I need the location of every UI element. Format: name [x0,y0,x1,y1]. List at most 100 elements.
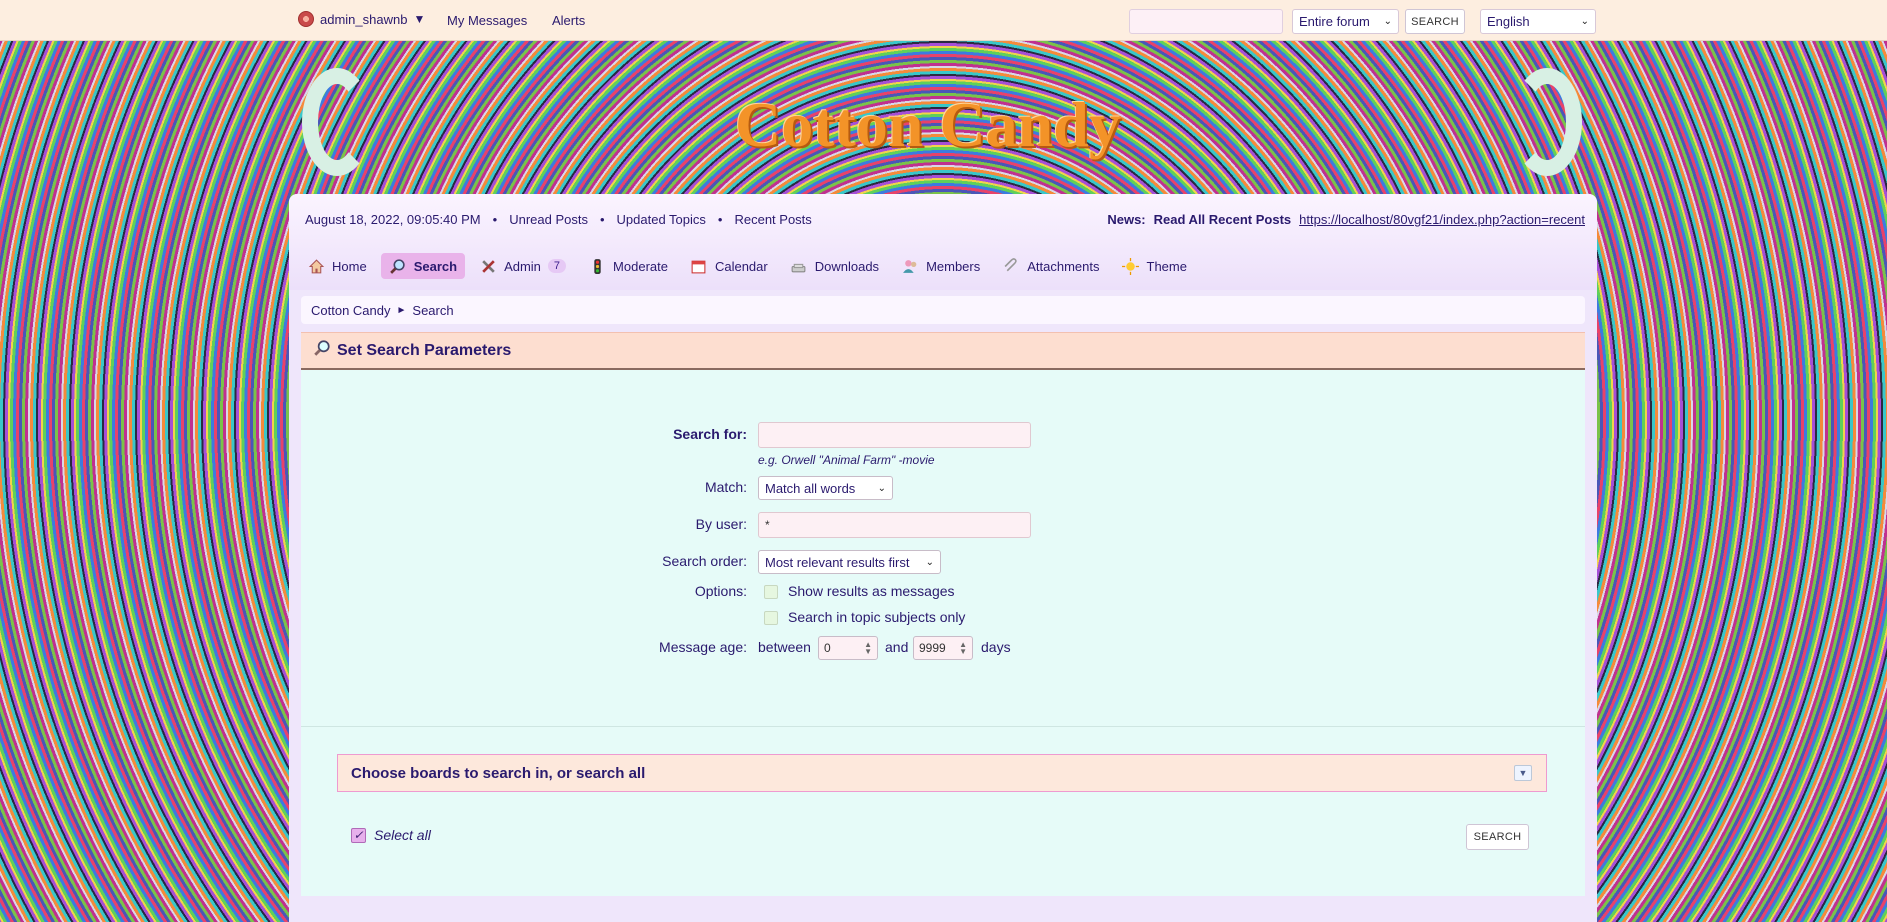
search-scope-value: Entire forum [1299,14,1370,29]
language-select[interactable]: English ⌄ [1480,9,1596,34]
min-age-value: 0 [824,641,831,655]
menu-label: Home [332,258,367,274]
menu-label: Downloads [814,258,880,274]
menu-label: Admin [504,258,541,274]
info-bar: August 18, 2022, 09:05:40 PM • Unread Po… [305,212,812,227]
right-ring-decoration [1512,68,1582,176]
page-title: Set Search Parameters [337,341,512,359]
menu-item-moderate[interactable]: Moderate [580,253,676,279]
menu-label: Moderate [613,258,668,274]
avatar [298,11,314,27]
select-all-checkbox[interactable]: ✓ [351,827,366,843]
news-ticker: News: Read All Recent Posts https://loca… [1107,212,1585,227]
menu-label: Attachments [1027,258,1100,274]
search-icon [389,257,407,275]
show-as-messages-checkbox[interactable] [764,585,778,599]
unread-posts-link[interactable]: Unread Posts [509,212,588,227]
by-user-label: By user: [695,516,747,532]
breadcrumb-arrow-icon: ► [396,304,407,316]
chevron-down-icon: ▼ [413,12,426,26]
search-order-select[interactable]: Most relevant results first ⌄ [758,550,941,574]
search-form-container: Set Search Parameters Search for: e.g. O… [301,332,1585,896]
breadcrumb-current-link[interactable]: Search [412,303,453,318]
match-select[interactable]: Match all words ⌄ [758,476,893,500]
search-hint: e.g. Orwell "Animal Farm" -movie [758,453,935,467]
recent-posts-link[interactable]: Recent Posts [734,212,811,227]
menu-item-theme[interactable]: Theme [1114,253,1195,279]
select-all-label[interactable]: Select all [374,827,431,843]
members-icon [901,257,919,275]
search-submit-button[interactable]: SEARCH [1466,824,1529,850]
menu-item-admin[interactable]: Admin 7 [471,253,574,279]
search-for-label: Search for: [673,426,747,442]
match-value: Match all words [765,480,856,496]
news-url-link[interactable]: https://localhost/80vgf21/index.php?acti… [1299,212,1585,227]
select-all-row: ✓ Select all [351,827,431,843]
show-as-messages-label[interactable]: Show results as messages [788,583,955,599]
moderate-icon [588,257,606,275]
match-label: Match: [704,479,747,495]
downloads-icon [790,257,808,275]
subjects-only-label[interactable]: Search in topic subjects only [788,609,965,625]
max-age-input[interactable]: 9999 ▲ ▼ [913,636,973,660]
header-area: August 18, 2022, 09:05:40 PM • Unread Po… [289,194,1597,290]
breadcrumb: Cotton Candy ► Search [301,296,1585,324]
news-label: News: [1107,212,1146,227]
spinner-icon[interactable]: ▲ ▼ [864,641,872,656]
admin-count-badge: 7 [547,259,567,273]
user-menu[interactable]: admin_shawnb ▼ [298,11,425,27]
divider [301,726,1585,727]
menu-label: Calendar [714,258,768,274]
main-panel: August 18, 2022, 09:05:40 PM • Unread Po… [289,194,1597,922]
choose-boards-title: Choose boards to search in, or search al… [351,764,646,782]
main-menu: Home Search Admin 7 Moderate Calendar Do… [299,253,1201,279]
menu-label: Theme [1146,258,1187,274]
language-value: English [1487,14,1530,29]
expand-toggle-icon[interactable]: ▼ [1514,765,1532,781]
and-text: and [885,639,909,655]
menu-item-attachments[interactable]: Attachments [994,253,1107,279]
username: admin_shawnb [320,11,408,27]
search-for-input[interactable] [758,422,1031,448]
spinner-icon[interactable]: ▲ ▼ [959,641,967,656]
chevron-down-icon: ⌄ [925,556,934,568]
search-order-label: Search order: [662,553,747,569]
min-age-input[interactable]: 0 ▲ ▼ [818,636,878,660]
menu-item-members[interactable]: Members [893,253,988,279]
menu-item-home[interactable]: Home [299,253,375,279]
menu-label: Members [926,258,981,274]
subjects-only-checkbox[interactable] [764,611,778,625]
theme-icon [1122,257,1140,275]
calendar-icon [690,257,708,275]
chevron-down-icon: ⌄ [877,482,886,494]
alerts-link[interactable]: Alerts [552,13,585,28]
separator: • [492,212,498,227]
news-link[interactable]: Read All Recent Posts [1154,212,1292,227]
menu-label: Search [413,258,458,274]
current-datetime: August 18, 2022, 09:05:40 PM [305,212,481,227]
max-age-value: 9999 [919,641,946,655]
home-icon [307,257,325,275]
options-label: Options: [694,583,747,599]
quick-search-input[interactable] [1129,9,1283,34]
chevron-down-icon: ⌄ [1383,16,1392,27]
menu-item-calendar[interactable]: Calendar [682,253,776,279]
breadcrumb-root-link[interactable]: Cotton Candy [311,303,391,318]
forum-logo-title[interactable]: Cotton Candy [735,88,1121,162]
separator: • [599,212,605,227]
search-scope-select[interactable]: Entire forum ⌄ [1292,9,1399,34]
left-ring-decoration [302,68,372,176]
my-messages-link[interactable]: My Messages [447,13,527,28]
menu-item-search[interactable]: Search [380,253,466,279]
magnifier-icon [313,339,331,362]
choose-boards-header[interactable]: Choose boards to search in, or search al… [337,754,1547,792]
admin-icon [479,257,497,275]
attachments-icon [1002,257,1020,275]
by-user-input[interactable]: * [758,512,1031,538]
page-title-bar: Set Search Parameters [301,332,1585,370]
chevron-down-icon: ⌄ [1580,16,1589,27]
quick-search-button[interactable]: SEARCH [1405,9,1465,34]
updated-topics-link[interactable]: Updated Topics [617,212,706,227]
menu-item-downloads[interactable]: Downloads [782,253,887,279]
days-text: days [981,639,1011,655]
